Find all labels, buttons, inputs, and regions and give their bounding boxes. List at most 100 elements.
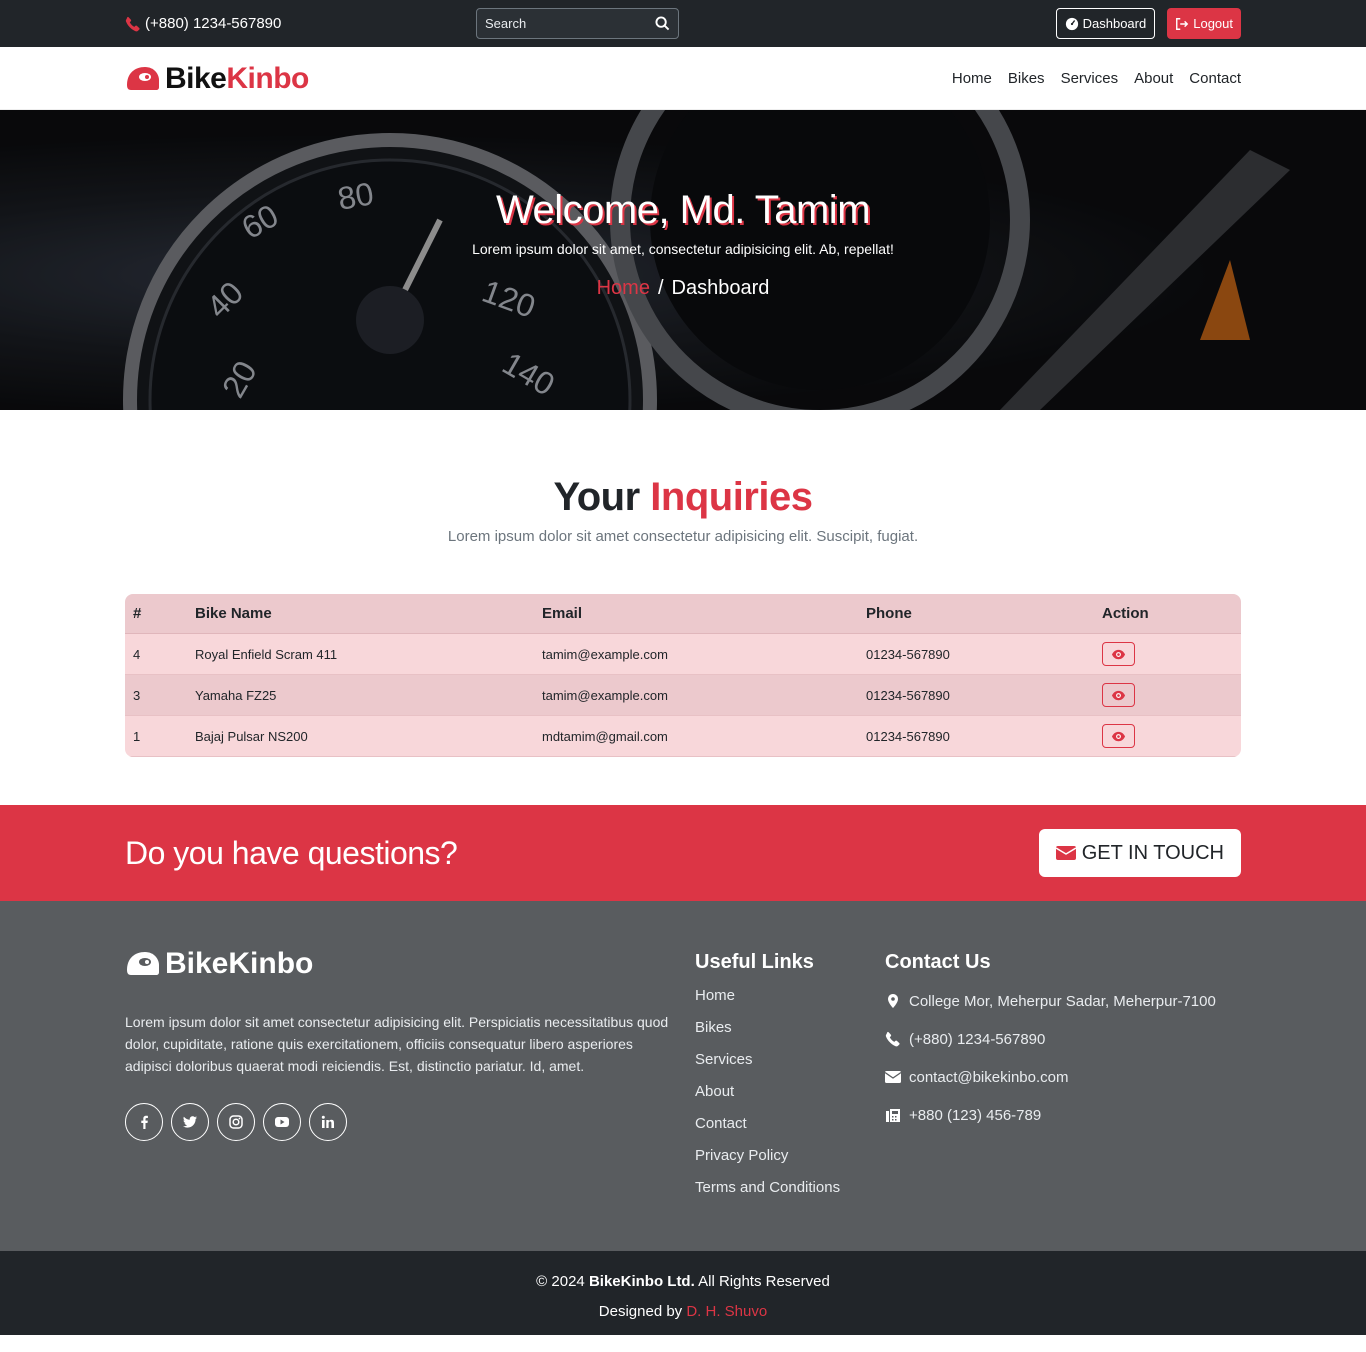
gauge-icon: [1065, 17, 1078, 30]
search-input[interactable]: [485, 16, 645, 31]
footer-useful-links: Useful Links Home Bikes Services About C…: [695, 947, 885, 1204]
contact-list: College Mor, Meherpur Sadar, Meherpur-71…: [885, 982, 1241, 1134]
cta-banner: Do you have questions? GET IN TOUCH: [0, 805, 1366, 901]
top-bar: (+880) 1234-567890 Dashboard Logout: [0, 0, 1366, 47]
phone-icon: [885, 1031, 900, 1047]
copyright-bar: © 2024 BikeKinbo Ltd. All Rights Reserve…: [0, 1251, 1366, 1335]
table-row: 3 Yamaha FZ25 tamim@example.com 01234-56…: [125, 675, 1241, 716]
contact-address-text: College Mor, Meherpur Sadar, Meherpur-71…: [909, 992, 1216, 1010]
col-action: Action: [1094, 594, 1241, 634]
facebook-link[interactable]: [125, 1103, 163, 1141]
brand-part1: Bike: [165, 61, 227, 95]
helmet-icon: [127, 66, 159, 90]
footer-link-terms[interactable]: Terms and Conditions: [695, 1172, 885, 1204]
dashboard-button[interactable]: Dashboard: [1055, 8, 1156, 39]
linkedin-link[interactable]: [309, 1103, 347, 1141]
top-phone: (+880) 1234-567890: [125, 15, 281, 32]
cell-bike: Royal Enfield Scram 411: [187, 634, 534, 675]
view-button[interactable]: [1102, 683, 1135, 707]
logout-icon: [1176, 17, 1189, 30]
helmet-icon: [127, 952, 159, 975]
brand-part2: Kinbo: [226, 61, 309, 95]
phone-icon: [125, 16, 140, 31]
envelope-icon: [885, 1071, 901, 1083]
hero-content: Welcome, Md. Tamim Lorem ipsum dolor sit…: [0, 110, 1366, 300]
contact-email-text[interactable]: contact@bikekinbo.com: [909, 1069, 1068, 1086]
instagram-link[interactable]: [217, 1103, 255, 1141]
breadcrumb-home[interactable]: Home: [597, 277, 650, 300]
footer-logo[interactable]: BikeKinbo: [125, 947, 695, 981]
contact-address: College Mor, Meherpur Sadar, Meherpur-71…: [885, 982, 1241, 1020]
search-icon[interactable]: [655, 16, 670, 31]
footer-contact: Contact Us College Mor, Meherpur Sadar, …: [885, 947, 1241, 1204]
breadcrumb-current: Dashboard: [671, 277, 770, 299]
nav-home[interactable]: Home: [952, 70, 992, 87]
top-phone-text: (+880) 1234-567890: [145, 15, 282, 32]
cell-email: mdtamim@gmail.com: [534, 716, 858, 757]
facebook-icon: [141, 1115, 148, 1129]
cell-bike: Bajaj Pulsar NS200: [187, 716, 534, 757]
hero-subtitle: Lorem ipsum dolor sit amet, consectetur …: [472, 241, 894, 257]
copyright-prefix: © 2024: [536, 1273, 585, 1290]
col-phone: Phone: [858, 594, 1094, 634]
nav-contact[interactable]: Contact: [1189, 70, 1241, 87]
nav-services[interactable]: Services: [1061, 70, 1119, 87]
cell-action: [1094, 634, 1241, 675]
inquiries-section: Your Inquiries Lorem ipsum dolor sit ame…: [0, 410, 1366, 805]
twitter-icon: [183, 1116, 197, 1128]
cell-bike: Yamaha FZ25: [187, 675, 534, 716]
nav-about[interactable]: About: [1134, 70, 1173, 87]
inquiries-table: # Bike Name Email Phone Action 4 Royal E…: [125, 594, 1241, 757]
col-bike-name: Bike Name: [187, 594, 534, 634]
col-index: #: [125, 594, 187, 634]
table-row: 4 Royal Enfield Scram 411 tamim@example.…: [125, 634, 1241, 675]
cell-index: 1: [125, 716, 187, 757]
hero-banner: 60 80 40 20 120 140 Welcome, Md. Tamim L…: [0, 110, 1366, 410]
contact-phone: (+880) 1234-567890: [885, 1020, 1241, 1058]
contact-fax: +880 (123) 456-789: [885, 1096, 1241, 1134]
dashboard-label: Dashboard: [1082, 16, 1147, 31]
section-title-part1: Your: [553, 475, 641, 519]
view-button[interactable]: [1102, 642, 1135, 666]
footer-link-bikes[interactable]: Bikes: [695, 1012, 885, 1044]
copyright-company: BikeKinbo Ltd.: [588, 1273, 695, 1290]
eye-icon: [1111, 649, 1126, 659]
section-title-part2: Inquiries: [650, 475, 813, 519]
footer-link-about[interactable]: About: [695, 1076, 885, 1108]
main-navbar: Bike Kinbo Home Bikes Services About Cont…: [0, 47, 1366, 110]
cell-phone: 01234-567890: [858, 716, 1094, 757]
youtube-link[interactable]: [263, 1103, 301, 1141]
eye-icon: [1111, 731, 1126, 741]
cell-email: tamim@example.com: [534, 675, 858, 716]
designer-link[interactable]: D. H. Shuvo: [686, 1303, 767, 1320]
brand-logo[interactable]: Bike Kinbo: [125, 62, 309, 96]
footer-link-contact[interactable]: Contact: [695, 1108, 885, 1140]
logout-button[interactable]: Logout: [1167, 8, 1241, 39]
section-subtitle: Lorem ipsum dolor sit amet consectetur a…: [447, 528, 919, 545]
copyright-line: © 2024 BikeKinbo Ltd. All Rights Reserve…: [0, 1267, 1366, 1297]
cell-index: 4: [125, 634, 187, 675]
designer-line: Designed by D. H. Shuvo: [0, 1297, 1366, 1327]
nav-menu: Home Bikes Services About Contact: [952, 70, 1241, 87]
linkedin-icon: [321, 1115, 334, 1128]
breadcrumb-separator: /: [657, 277, 664, 299]
contact-fax-text: +880 (123) 456-789: [909, 1106, 1042, 1124]
col-email: Email: [534, 594, 858, 634]
useful-links-list: Home Bikes Services About Contact Privac…: [695, 980, 885, 1204]
nav-bikes[interactable]: Bikes: [1008, 70, 1045, 87]
contact-title: Contact Us: [885, 951, 991, 973]
fax-icon: [886, 1109, 900, 1122]
map-pin-icon: [888, 994, 898, 1008]
footer-link-privacy[interactable]: Privacy Policy: [695, 1140, 885, 1172]
view-button[interactable]: [1102, 724, 1135, 748]
footer-link-services[interactable]: Services: [695, 1044, 885, 1076]
cell-action: [1094, 675, 1241, 716]
cell-phone: 01234-567890: [858, 634, 1094, 675]
social-links: [125, 1103, 695, 1141]
footer-link-home[interactable]: Home: [695, 980, 885, 1012]
section-title: Your Inquiries: [125, 475, 1241, 520]
copyright-rights: All Rights Reserved: [698, 1273, 830, 1290]
twitter-link[interactable]: [171, 1103, 209, 1141]
logout-label: Logout: [1193, 16, 1233, 31]
get-in-touch-button[interactable]: GET IN TOUCH: [1038, 829, 1241, 877]
